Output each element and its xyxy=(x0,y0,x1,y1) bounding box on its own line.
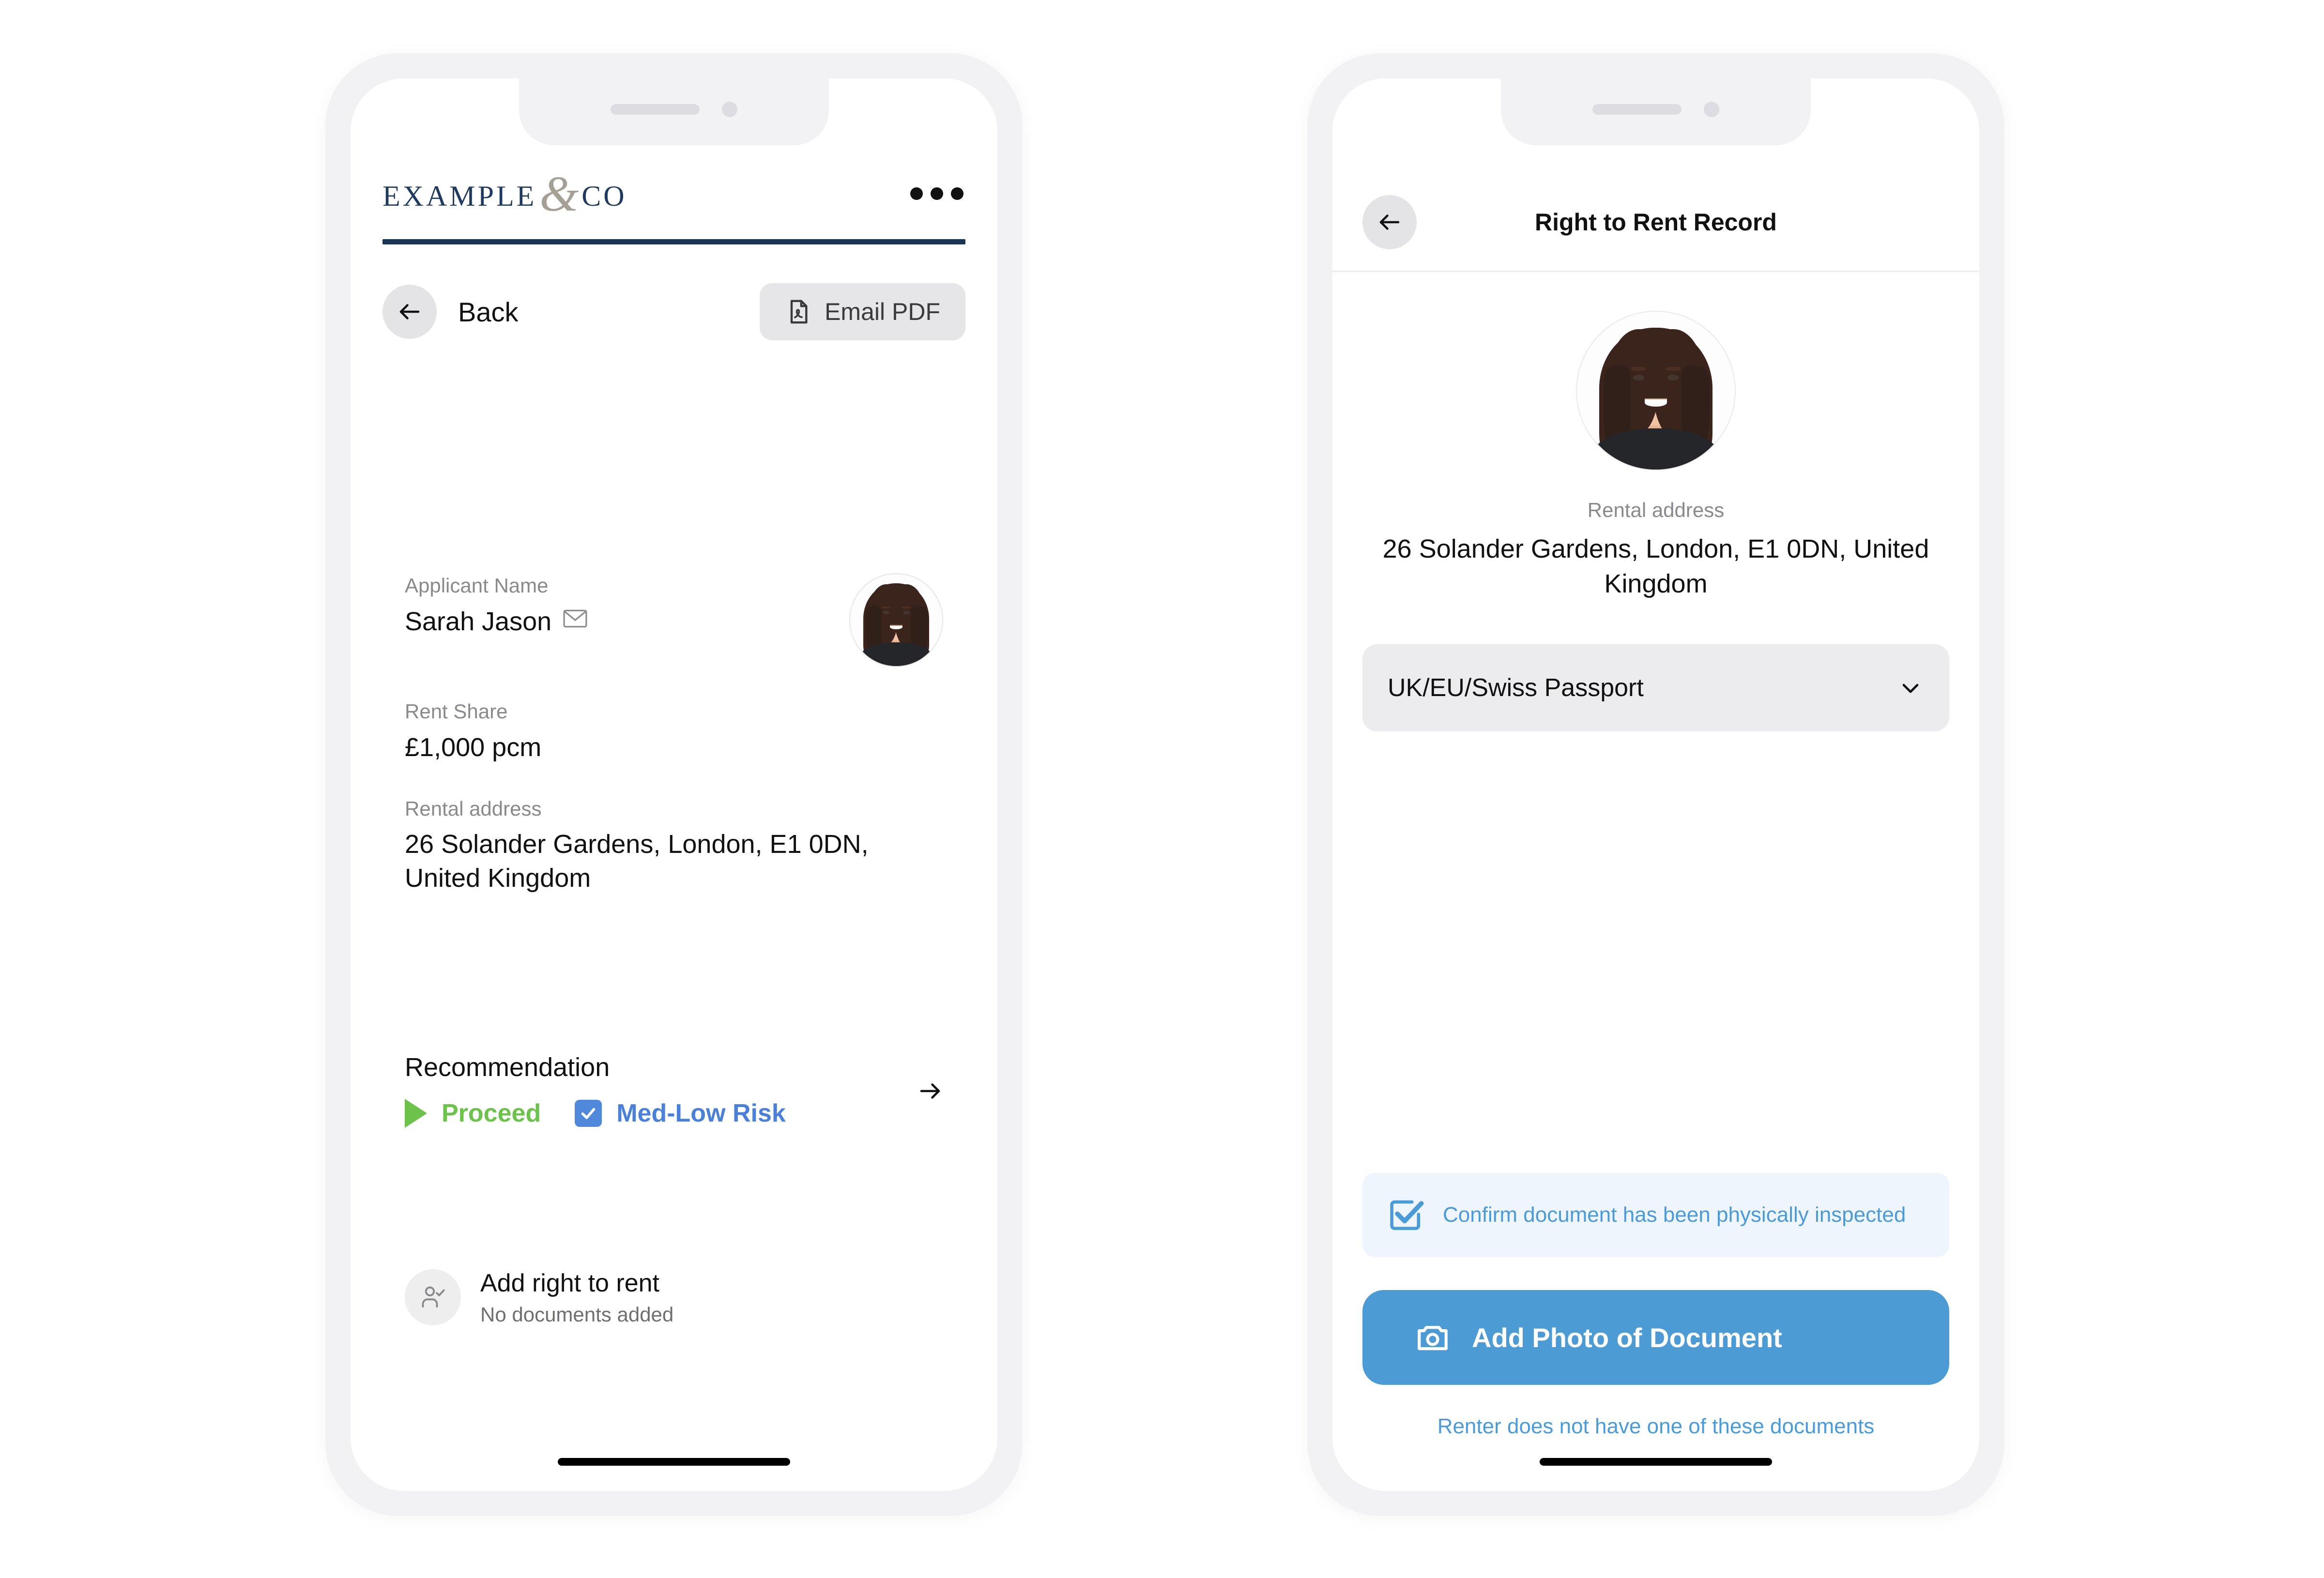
add-right-to-rent-row: Add right to rent No documents added xyxy=(405,1268,943,1326)
rental-address-label: Rental address xyxy=(1587,499,1725,521)
add-photo-button[interactable]: Add Photo of Document xyxy=(1362,1290,1949,1385)
confirm-inspection-checkbox[interactable]: Confirm document has been physically ins… xyxy=(1362,1173,1949,1257)
brand-name-part1: EXAMPLE xyxy=(382,180,537,212)
camera-icon xyxy=(1418,1326,1448,1350)
rental-address-value: 26 Solander Gardens, London, E1 0DN, Uni… xyxy=(1382,534,1929,599)
kebab-dot xyxy=(951,187,963,200)
person-check-icon xyxy=(405,1269,461,1326)
applicant-header: Applicant Name Sarah Jason xyxy=(405,573,943,667)
recommendation-card[interactable]: Recommendation Proceed Med-Low Risk xyxy=(371,1022,977,1160)
device-notch xyxy=(519,78,829,145)
record-header-inner: Right to Rent Record xyxy=(1332,195,1979,249)
renter-avatar xyxy=(1576,311,1736,470)
brand-name-part2: CO xyxy=(581,180,627,212)
check-glyph xyxy=(581,1108,596,1119)
phone-screen-right: Right to Rent Record Rental address 26 S… xyxy=(1332,78,1979,1491)
add-right-to-rent-card[interactable]: Add right to rent No documents added xyxy=(371,1239,977,1356)
add-right-to-rent-text: Add right to rent No documents added xyxy=(480,1268,673,1326)
arrow-right-icon[interactable] xyxy=(917,1078,943,1104)
phone-device-left: EXAMPLE & CO Back Email PDF Applicant Na… xyxy=(325,53,1023,1516)
brand-ampersand-icon: & xyxy=(539,166,579,222)
phone-device-right: Right to Rent Record Rental address 26 S… xyxy=(1307,53,2004,1516)
arrow-left-icon xyxy=(399,304,420,319)
home-indicator[interactable] xyxy=(558,1458,790,1466)
play-triangle-icon xyxy=(405,1099,427,1128)
brand-row: EXAMPLE & CO xyxy=(382,166,965,222)
brand-divider xyxy=(382,239,965,244)
front-camera-icon xyxy=(722,102,737,117)
brand-logo: EXAMPLE & CO xyxy=(382,166,627,222)
risk-label: Med-Low Risk xyxy=(616,1099,786,1127)
kebab-menu-icon[interactable] xyxy=(908,182,965,206)
back-button[interactable] xyxy=(382,285,437,339)
speaker-grille-icon xyxy=(611,104,700,115)
front-camera-icon xyxy=(1704,102,1719,117)
avatar-illustration xyxy=(850,574,942,666)
rental-address-label: Rental address xyxy=(405,797,542,820)
applicant-name-label: Applicant Name xyxy=(405,574,549,597)
checkbox-check-outline-icon xyxy=(1390,1200,1424,1230)
recommendation-status-label: Proceed xyxy=(442,1099,541,1127)
document-type-select[interactable]: UK/EU/Swiss Passport xyxy=(1362,644,1949,731)
avatar-illustration xyxy=(1577,312,1735,470)
applicant-card: Applicant Name Sarah Jason Rent Share £1… xyxy=(371,539,977,933)
recommendation-title: Recommendation xyxy=(405,1053,610,1082)
add-right-to-rent-subtitle: No documents added xyxy=(480,1303,674,1326)
rent-share-label: Rent Share xyxy=(405,700,508,723)
no-document-link[interactable]: Renter does not have one of these docume… xyxy=(1332,1414,1979,1439)
checkbox-checked-icon xyxy=(575,1100,602,1127)
email-pdf-label: Email PDF xyxy=(825,298,940,325)
kebab-dot xyxy=(910,187,923,200)
device-notch xyxy=(1501,78,1811,145)
add-right-to-rent-title: Add right to rent xyxy=(480,1269,659,1297)
applicant-name-row: Sarah Jason xyxy=(405,599,587,638)
applicant-avatar xyxy=(849,573,943,667)
rent-share-value: £1,000 pcm xyxy=(405,732,542,762)
document-type-value: UK/EU/Swiss Passport xyxy=(1388,673,1644,702)
record-body: Rental address 26 Solander Gardens, Lond… xyxy=(1332,272,1979,731)
chevron-down-icon xyxy=(1902,683,1919,693)
envelope-icon[interactable] xyxy=(563,609,587,628)
email-pdf-button[interactable]: Email PDF xyxy=(760,283,965,340)
applicant-name-value: Sarah Jason xyxy=(405,607,552,636)
screenshot-canvas: EXAMPLE & CO Back Email PDF Applicant Na… xyxy=(0,0,2324,1578)
kebab-dot xyxy=(931,187,943,200)
person-check-glyph xyxy=(422,1286,445,1308)
back-label: Back xyxy=(458,296,519,327)
confirm-inspection-label: Confirm document has been physically ins… xyxy=(1443,1202,1906,1227)
pdf-file-icon xyxy=(790,300,808,324)
rental-address-value: 26 Solander Gardens, London, E1 0DN, Uni… xyxy=(405,830,869,893)
nav-row: Back Email PDF xyxy=(382,283,965,340)
page-title: Right to Rent Record xyxy=(1535,209,1777,236)
speaker-grille-icon xyxy=(1592,104,1682,115)
add-photo-label: Add Photo of Document xyxy=(1472,1322,1782,1353)
phone-screen-left: EXAMPLE & CO Back Email PDF Applicant Na… xyxy=(351,78,997,1491)
home-indicator[interactable] xyxy=(1540,1458,1772,1466)
applicant-name-block: Applicant Name Sarah Jason xyxy=(405,573,587,638)
recommendation-status-row: Proceed Med-Low Risk xyxy=(405,1099,943,1128)
